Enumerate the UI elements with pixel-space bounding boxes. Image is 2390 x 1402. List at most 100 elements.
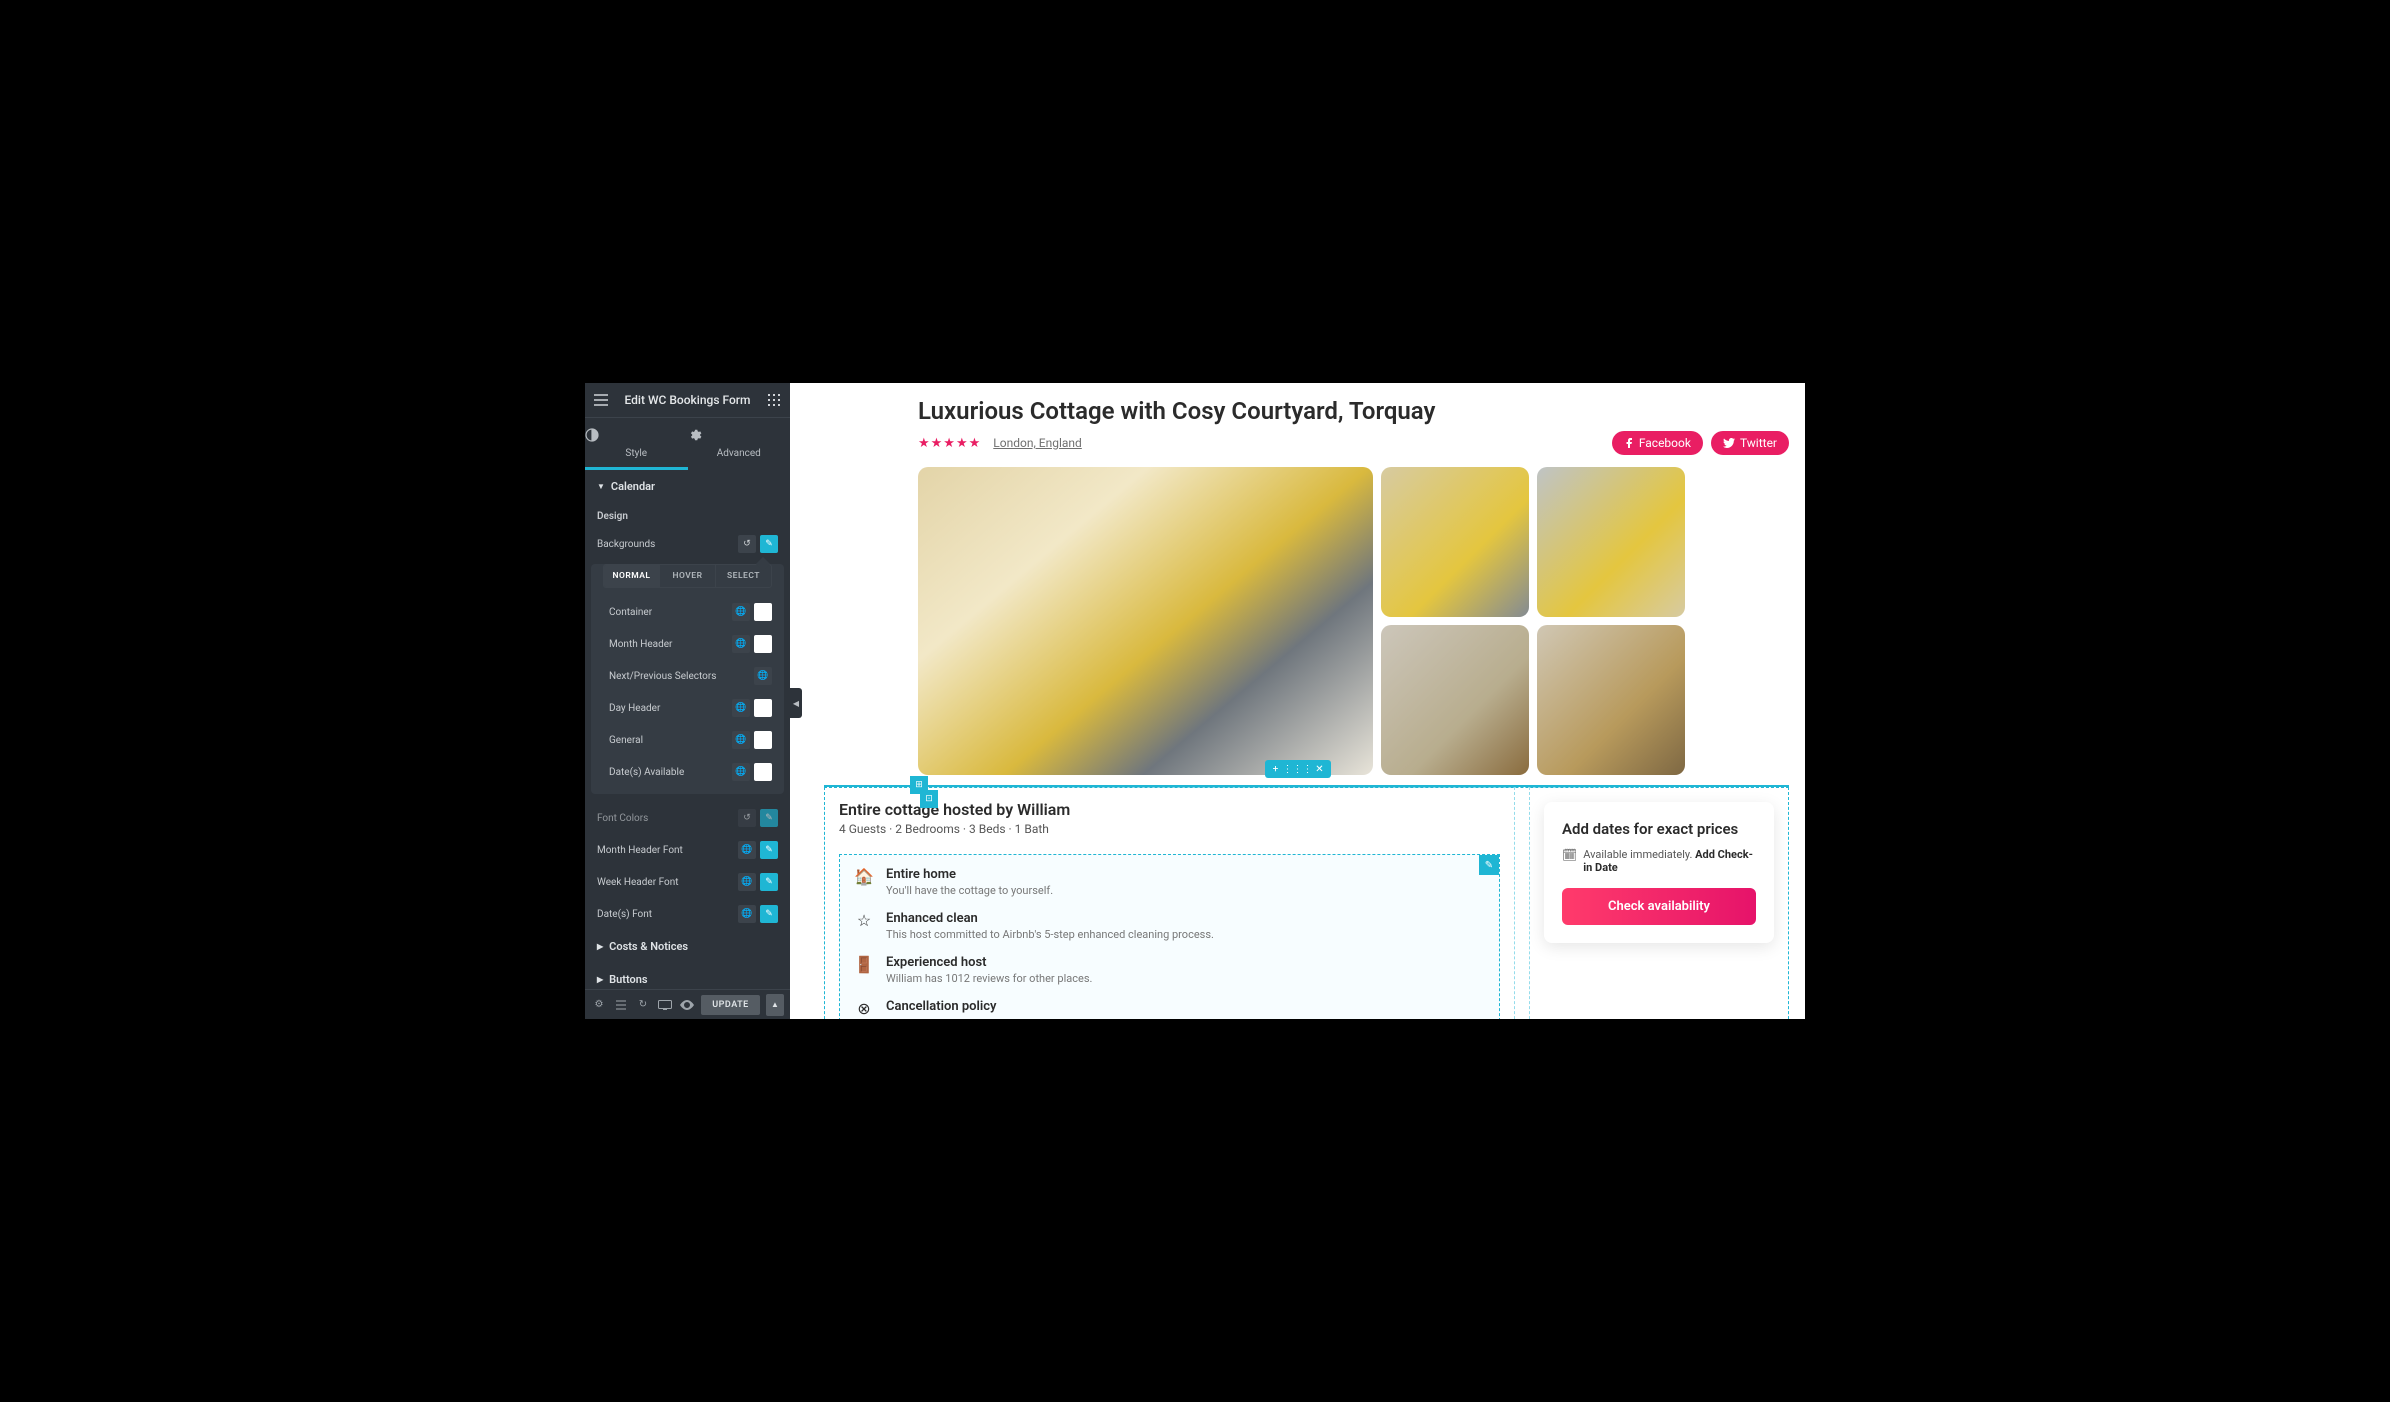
- home-icon: 🏠: [854, 867, 874, 897]
- editor-preview: Luxurious Cottage with Cosy Courtyard, T…: [790, 383, 1805, 1019]
- section-costs-label: Costs & Notices: [609, 940, 688, 953]
- features-widget[interactable]: ✎ 🏠 Entire home You'll have the cottage …: [839, 854, 1500, 1019]
- add-section-toolbar: + ⋮⋮⋮ ✕: [1265, 760, 1331, 778]
- edit-pencil-icon[interactable]: ✎: [760, 841, 778, 859]
- booking-avail-prefix: Available immediately.: [1583, 848, 1692, 861]
- section-calendar[interactable]: Calendar: [585, 470, 790, 503]
- globe-icon[interactable]: 🌐: [754, 667, 772, 685]
- booking-heading: Add dates for exact prices: [1562, 820, 1756, 838]
- globe-icon[interactable]: 🌐: [738, 873, 756, 891]
- edit-pencil-icon[interactable]: ✎: [760, 535, 778, 553]
- booking-availability: 🗓 Available immediately. Add Check-in Da…: [1562, 848, 1756, 874]
- edit-pencil-icon[interactable]: ✎: [760, 905, 778, 923]
- rating-stars: ★★★★★: [918, 436, 981, 451]
- state-tab-normal[interactable]: NORMAL: [604, 565, 659, 587]
- section-costs[interactable]: Costs & Notices: [585, 930, 790, 963]
- feature-desc: William has 1012 reviews for other place…: [886, 972, 1092, 985]
- apps-grid-icon[interactable]: [766, 392, 782, 408]
- globe-icon[interactable]: 🌐: [732, 603, 750, 621]
- tab-advanced[interactable]: Advanced: [688, 418, 791, 470]
- check-availability-button[interactable]: Check availability: [1562, 888, 1756, 925]
- history-icon[interactable]: ↻: [635, 997, 651, 1013]
- bg-label-general: General: [609, 735, 732, 746]
- bg-label-day-header: Day Header: [609, 703, 732, 714]
- edit-pencil-icon[interactable]: ✎: [760, 809, 778, 827]
- sidebar-tabs: Style Advanced: [585, 418, 790, 470]
- feature-title: Cancellation policy: [886, 999, 997, 1014]
- publish-options-icon[interactable]: ▲: [766, 994, 784, 1016]
- bg-row-general: General 🌐: [591, 724, 784, 756]
- gallery-thumb[interactable]: [1381, 467, 1529, 617]
- state-tabs: NORMAL HOVER SELECT: [603, 564, 772, 588]
- columns-section: Entire cottage hosted by William 4 Guest…: [824, 785, 1789, 1019]
- week-header-font-label: Week Header Font: [597, 877, 738, 888]
- caret-right-icon: [597, 975, 603, 984]
- image-gallery: [918, 467, 1805, 775]
- preview-eye-icon[interactable]: [679, 997, 695, 1013]
- editor-sidebar: Edit WC Bookings Form Style Advanced: [585, 383, 790, 1019]
- color-swatch[interactable]: [754, 635, 772, 653]
- color-swatch[interactable]: [754, 603, 772, 621]
- column-flag-icon[interactable]: ⊡: [920, 790, 938, 808]
- add-section-grip[interactable]: ⋮⋮⋮: [1287, 760, 1309, 778]
- bg-row-nextprev: Next/Previous Selectors 🌐: [591, 660, 784, 692]
- host-subline: 4 Guests · 2 Bedrooms · 3 Beds · 1 Bath: [839, 822, 1500, 836]
- twitter-share-button[interactable]: Twitter: [1711, 431, 1789, 455]
- tab-style[interactable]: Style: [585, 418, 688, 470]
- sidebar-collapse-handle[interactable]: ◀: [790, 688, 802, 718]
- globe-icon[interactable]: 🌐: [738, 841, 756, 859]
- navigator-icon[interactable]: [613, 997, 629, 1013]
- dates-font-row: Date(s) Font 🌐✎: [585, 898, 790, 930]
- left-column: Entire cottage hosted by William 4 Guest…: [824, 787, 1515, 1019]
- facebook-label: Facebook: [1639, 436, 1691, 450]
- month-header-font-row: Month Header Font 🌐✎: [585, 834, 790, 866]
- globe-icon[interactable]: 🌐: [732, 763, 750, 781]
- style-icon: [585, 428, 688, 442]
- backgrounds-label: Backgrounds: [597, 539, 738, 550]
- state-tab-hover[interactable]: HOVER: [659, 565, 715, 587]
- responsive-icon[interactable]: [657, 997, 673, 1013]
- globe-icon[interactable]: 🌐: [738, 905, 756, 923]
- twitter-icon: [1723, 438, 1735, 448]
- facebook-share-button[interactable]: Facebook: [1612, 431, 1703, 455]
- settings-icon[interactable]: ⚙: [591, 997, 607, 1013]
- bg-row-day-header: Day Header 🌐: [591, 692, 784, 724]
- color-swatch[interactable]: [754, 763, 772, 781]
- feature-desc: This host committed to Airbnb's 5-step e…: [886, 928, 1214, 941]
- edit-pencil-icon[interactable]: ✎: [760, 873, 778, 891]
- globe-icon[interactable]: 🌐: [732, 635, 750, 653]
- section-buttons[interactable]: Buttons: [585, 963, 790, 989]
- gallery-thumb[interactable]: [1537, 467, 1685, 617]
- add-section-close[interactable]: ✕: [1309, 760, 1331, 778]
- bg-label-container: Container: [609, 607, 732, 618]
- week-header-font-row: Week Header Font 🌐✎: [585, 866, 790, 898]
- calendar-cancel-icon: ⊗: [854, 999, 874, 1018]
- undo-icon[interactable]: ↺: [738, 809, 756, 827]
- font-colors-row: Font Colors ↺✎: [585, 802, 790, 834]
- widget-edit-icon[interactable]: ✎: [1479, 855, 1499, 875]
- backgrounds-popover: NORMAL HOVER SELECT Container 🌐 Month He…: [591, 564, 784, 794]
- feature-item: ⊗ Cancellation policy: [854, 999, 1485, 1018]
- hamburger-icon[interactable]: [593, 392, 609, 408]
- globe-icon[interactable]: 🌐: [732, 731, 750, 749]
- update-button[interactable]: UPDATE: [701, 995, 760, 1015]
- gallery-main-image[interactable]: [918, 467, 1373, 775]
- right-column: Add dates for exact prices 🗓 Available i…: [1529, 787, 1789, 1019]
- bg-label-dates-available: Date(s) Available: [609, 767, 732, 778]
- color-swatch[interactable]: [754, 699, 772, 717]
- facebook-icon: [1624, 438, 1634, 448]
- location-link[interactable]: London, England: [993, 436, 1082, 450]
- gallery-thumb[interactable]: [1381, 625, 1529, 775]
- feature-title: Experienced host: [886, 955, 1092, 970]
- globe-icon[interactable]: 🌐: [732, 699, 750, 717]
- color-swatch[interactable]: [754, 731, 772, 749]
- sidebar-footer: ⚙ ↻ UPDATE ▲: [585, 989, 790, 1019]
- gallery-thumb[interactable]: [1537, 625, 1685, 775]
- undo-icon[interactable]: ↺: [738, 535, 756, 553]
- sidebar-header: Edit WC Bookings Form: [585, 383, 790, 418]
- dates-font-label: Date(s) Font: [597, 909, 738, 920]
- state-tab-select[interactable]: SELECT: [715, 565, 771, 587]
- bg-label-nextprev: Next/Previous Selectors: [609, 671, 754, 682]
- caret-right-icon: [597, 942, 603, 951]
- page-meta: ★★★★★ London, England Facebook Twitter: [918, 431, 1805, 455]
